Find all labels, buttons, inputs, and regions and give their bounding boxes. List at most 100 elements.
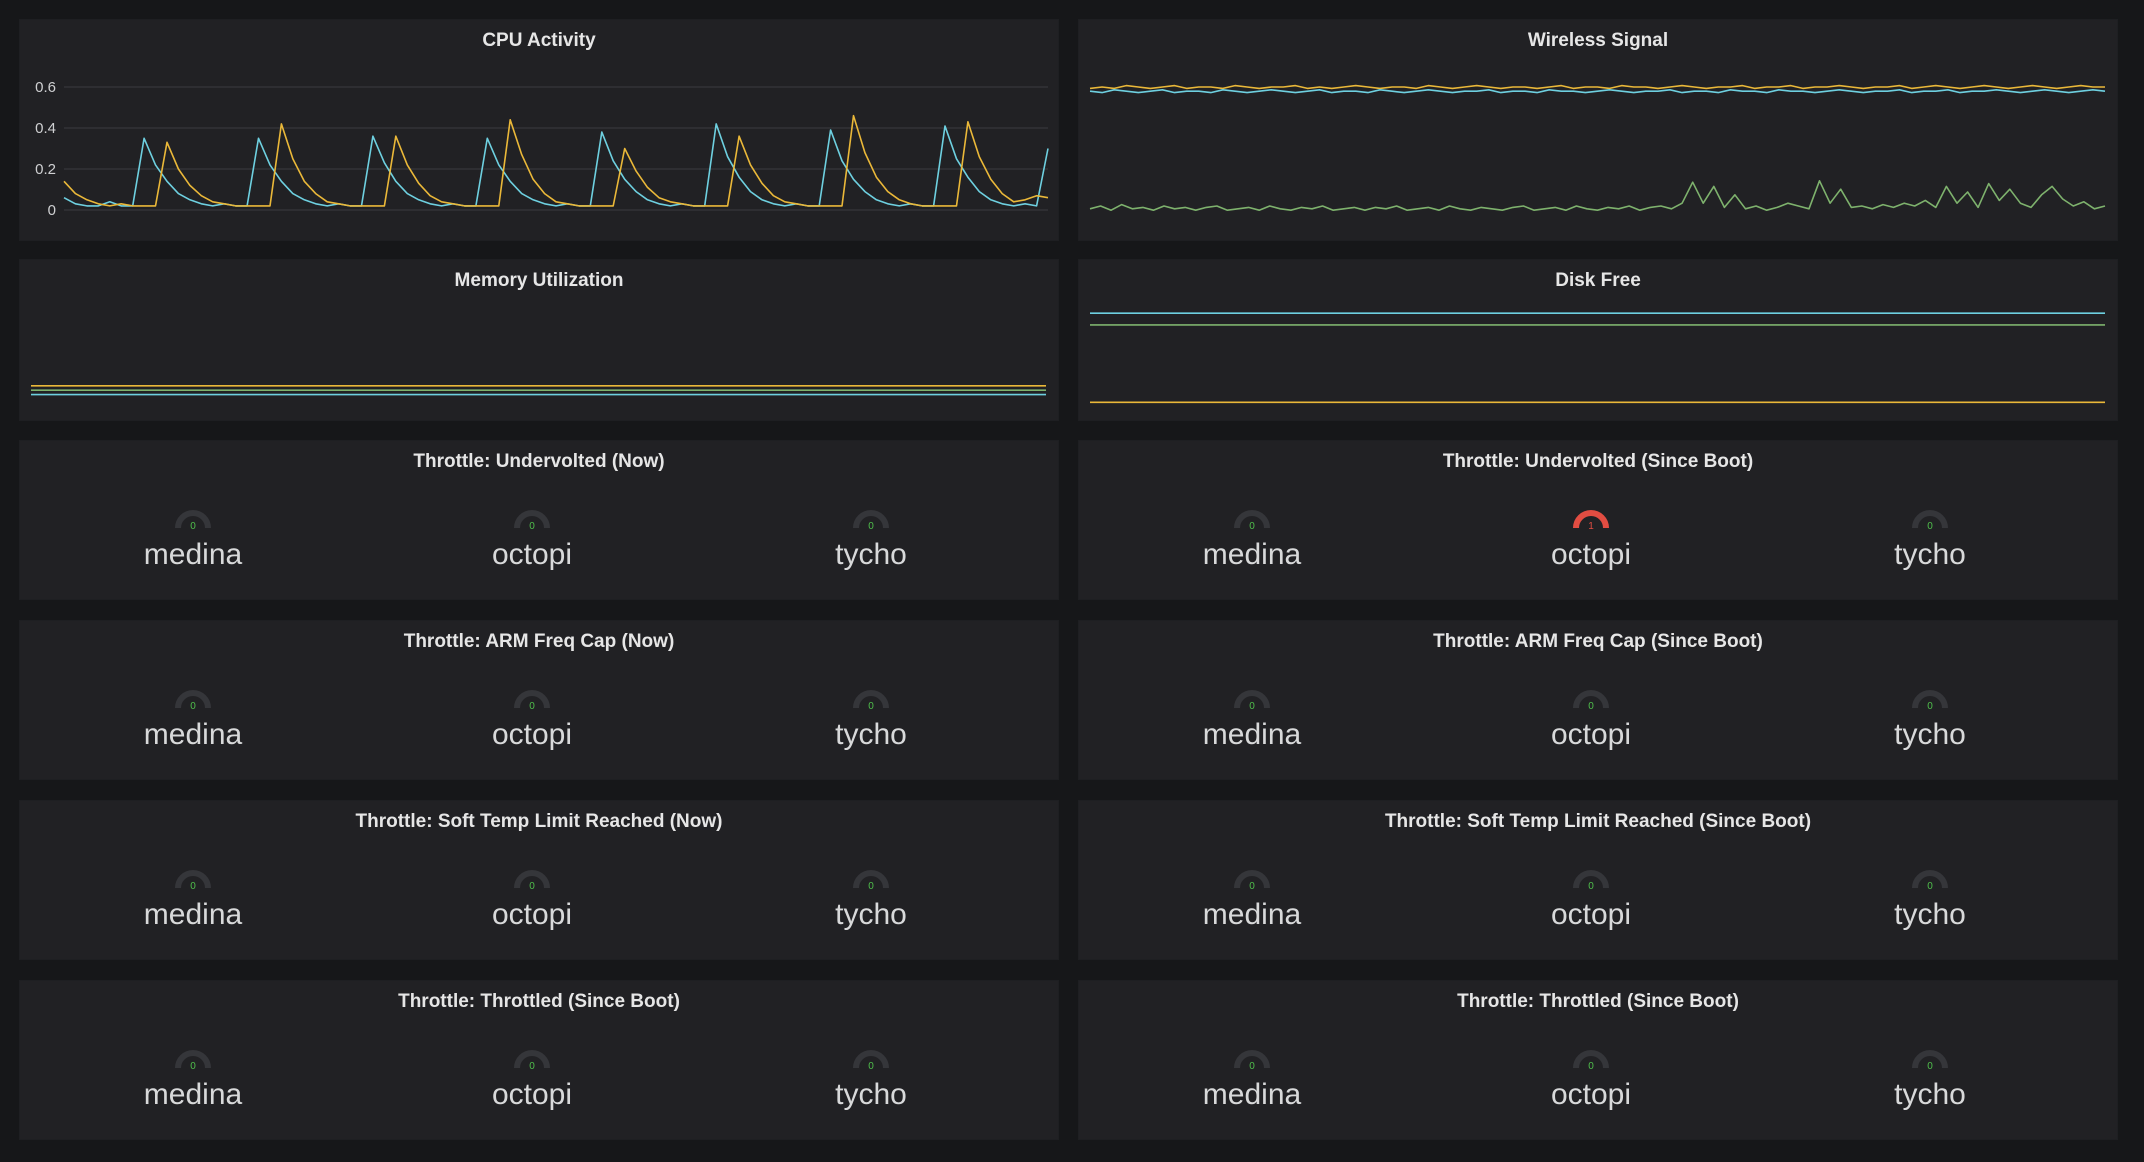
- throttle-gauge-panel[interactable]: Throttle: Undervolted (Since Boot) 0 medin…: [1078, 440, 2118, 600]
- series-line-1[interactable]: [63, 114, 1049, 207]
- gauge-host-name: tycho: [835, 1078, 907, 1111]
- gauge-octopi[interactable]: 0 octopi: [432, 861, 632, 933]
- gauge-medina[interactable]: 0 medina: [1152, 861, 1352, 933]
- gauge-medina[interactable]: 0 medina: [1152, 1041, 1352, 1113]
- gauge-host-name: tycho: [1894, 538, 1966, 571]
- gauge-medina[interactable]: 0 medina: [93, 1041, 293, 1113]
- gauge-medina[interactable]: 0 medina: [93, 501, 293, 573]
- gauge-dial: 0: [175, 870, 211, 891]
- gauge-tycho[interactable]: 0 tycho: [1830, 861, 2030, 933]
- gauge-host-name: octopi: [491, 718, 573, 751]
- gauge-value: 0: [1588, 881, 1594, 891]
- disk-free-panel[interactable]: Disk Free: [1078, 259, 2118, 421]
- gauge-tycho[interactable]: 0 tycho: [771, 501, 971, 573]
- gauge-value: 0: [1927, 701, 1933, 711]
- gauge-octopi[interactable]: 0 octopi: [1491, 1041, 1691, 1113]
- series-line-0[interactable]: [63, 123, 1049, 207]
- gauge-value: 0: [190, 521, 196, 531]
- gauge-tycho[interactable]: 0 tycho: [771, 681, 971, 753]
- gauge-host-name: medina: [1202, 718, 1302, 751]
- gauge-host-name: octopi: [1550, 898, 1632, 931]
- gauge-octopi[interactable]: 0 octopi: [432, 501, 632, 573]
- series-line-2[interactable]: [1089, 180, 2106, 211]
- gauge-medina[interactable]: 0 medina: [1152, 681, 1352, 753]
- gauge-dial: 0: [1573, 1050, 1609, 1071]
- gauge-octopi[interactable]: 1 octopi: [1491, 501, 1691, 573]
- throttle-gauge-panel[interactable]: Throttle: ARM Freq Cap (Since Boot) 0 medi…: [1078, 620, 2118, 780]
- gauge-tycho[interactable]: 0 tycho: [771, 861, 971, 933]
- series-line-0[interactable]: [1089, 84, 2105, 90]
- gauge-dial: 0: [1573, 870, 1609, 891]
- cpu-activity-panel[interactable]: CPU Activity 0 0.2 0.4 0.6: [19, 19, 1059, 241]
- gauge-dial: 0: [1234, 690, 1270, 711]
- gauge-tycho[interactable]: 0 tycho: [771, 1041, 971, 1113]
- wireless-signal-panel[interactable]: Wireless Signal: [1078, 19, 2118, 241]
- throttle-gauge-panel[interactable]: Throttle: Soft Temp Limit Reached (Now) 0…: [19, 800, 1059, 960]
- gauge-dial: 0: [1912, 1050, 1948, 1071]
- gauge-host-name: tycho: [1894, 718, 1966, 751]
- panel-title: Throttle: Soft Temp Limit Reached (Now): [355, 811, 723, 832]
- gauge-tycho[interactable]: 0 tycho: [1830, 681, 2030, 753]
- gauge-dial: 0: [853, 870, 889, 891]
- gauge-host-name: tycho: [1894, 1078, 1966, 1111]
- gauge-host-name: medina: [143, 718, 243, 751]
- cpu-activity-chart[interactable]: 0 0.2 0.4 0.6: [20, 20, 1060, 242]
- wireless-signal-chart[interactable]: [1079, 20, 2119, 242]
- panel-title: Throttle: Soft Temp Limit Reached (Since…: [1384, 811, 1812, 832]
- gauge-value: 0: [1249, 881, 1255, 891]
- gauge-host-name: octopi: [491, 1078, 573, 1111]
- gauge-value: 0: [868, 881, 874, 891]
- throttle-gauge-panel[interactable]: Throttle: Throttled (Since Boot) 0 medina 0…: [19, 980, 1059, 1140]
- y-tick-label: 0.2: [35, 161, 56, 178]
- panel-title: Throttle: Throttled (Since Boot): [398, 991, 680, 1012]
- gauge-dial: 0: [853, 510, 889, 531]
- gauge-value: 0: [529, 881, 535, 891]
- gauge-dial: 0: [1234, 510, 1270, 531]
- gauge-host-name: medina: [1202, 1078, 1302, 1111]
- gauge-tycho[interactable]: 0 tycho: [1830, 1041, 2030, 1113]
- gauge-medina[interactable]: 0 medina: [1152, 501, 1352, 573]
- gauge-medina[interactable]: 0 medina: [93, 681, 293, 753]
- disk-free-chart[interactable]: [1079, 260, 2119, 422]
- gauge-value: 1: [1588, 521, 1594, 531]
- gauge-octopi[interactable]: 0 octopi: [432, 1041, 632, 1113]
- memory-utilization-chart[interactable]: [20, 260, 1060, 422]
- throttle-gauge-panel[interactable]: Throttle: Undervolted (Now) 0 medina 0 octop…: [19, 440, 1059, 600]
- gauge-value: 0: [1249, 521, 1255, 531]
- gauge-value: 0: [1927, 881, 1933, 891]
- gauge-value: 0: [529, 1061, 535, 1071]
- gauge-value: 0: [1588, 1061, 1594, 1071]
- y-tick-label: 0.6: [35, 79, 56, 96]
- gauge-tycho[interactable]: 0 tycho: [1830, 501, 2030, 573]
- gauge-dial: 0: [853, 1050, 889, 1071]
- gauge-octopi[interactable]: 0 octopi: [1491, 861, 1691, 933]
- gauge-value: 0: [1249, 701, 1255, 711]
- gauge-dial: 0: [514, 870, 550, 891]
- throttle-gauge-panel[interactable]: Throttle: Throttled (Since Boot) 0 medina 0…: [1078, 980, 2118, 1140]
- gauge-host-name: medina: [143, 538, 243, 571]
- gauge-value: 0: [868, 521, 874, 531]
- gauge-dial: 0: [514, 510, 550, 531]
- gauge-host-name: medina: [1202, 898, 1302, 931]
- gauge-octopi[interactable]: 0 octopi: [1491, 681, 1691, 753]
- gauge-host-name: medina: [1202, 538, 1302, 571]
- gauge-octopi[interactable]: 0 octopi: [432, 681, 632, 753]
- gauge-dial: 0: [1912, 510, 1948, 531]
- gauge-dial: 0: [175, 1050, 211, 1071]
- gauge-value: 0: [1249, 1061, 1255, 1071]
- throttle-gauge-panel[interactable]: Throttle: Soft Temp Limit Reached (Since…: [1078, 800, 2118, 960]
- panel-title: Throttle: ARM Freq Cap (Since Boot): [1433, 631, 1763, 652]
- memory-utilization-panel[interactable]: Memory Utilization: [19, 259, 1059, 421]
- throttle-gauge-panel[interactable]: Throttle: ARM Freq Cap (Now) 0 medina 0 octo…: [19, 620, 1059, 780]
- gauge-dial: 1: [1573, 510, 1609, 531]
- gauge-host-name: tycho: [835, 898, 907, 931]
- series-line-1[interactable]: [1089, 89, 2106, 94]
- gauge-dial: 0: [175, 690, 211, 711]
- gauge-dial: 0: [853, 690, 889, 711]
- gauge-host-name: octopi: [1550, 718, 1632, 751]
- gauge-host-name: tycho: [835, 718, 907, 751]
- gauge-medina[interactable]: 0 medina: [93, 861, 293, 933]
- gauge-dial: 0: [1912, 870, 1948, 891]
- gauge-value: 0: [868, 1061, 874, 1071]
- gauge-host-name: tycho: [1894, 898, 1966, 931]
